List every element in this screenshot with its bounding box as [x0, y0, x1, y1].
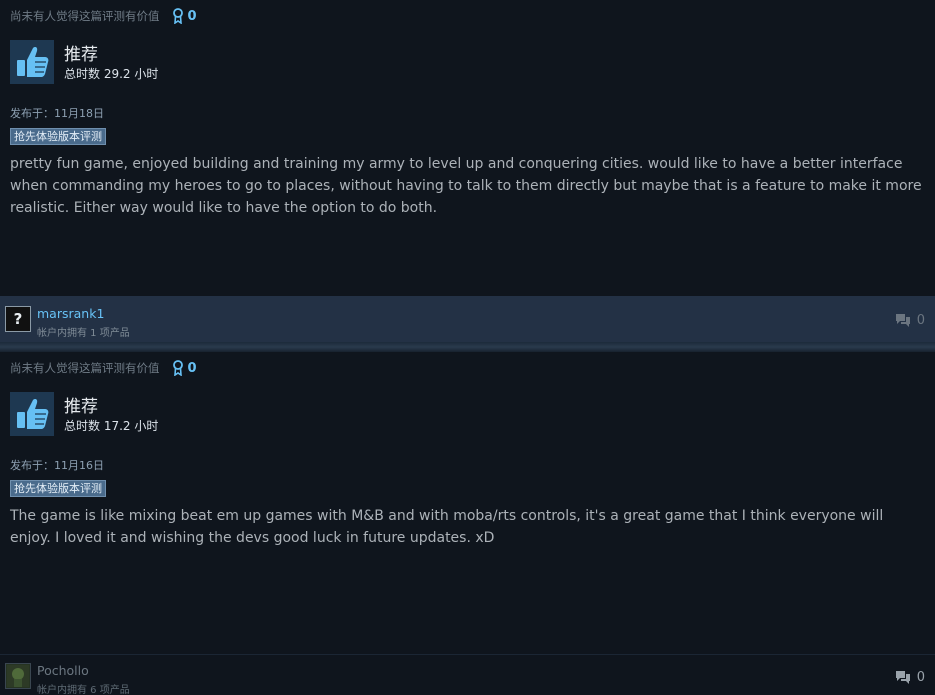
author-bar: Pochollo 帐户内拥有 6 项产品 0	[0, 654, 935, 695]
thumb-container	[10, 392, 54, 436]
review-divider	[0, 342, 935, 352]
helpful-text: 尚未有人觉得这篇评测有价值	[10, 361, 160, 375]
award-ribbon-icon	[172, 8, 183, 24]
helpful-row: 尚未有人觉得这篇评测有价值 0	[10, 359, 197, 377]
comments-button[interactable]: 0	[894, 669, 925, 685]
early-access-badge: 抢先体验版本评测	[10, 480, 106, 497]
review-card: 尚未有人觉得这篇评测有价值 0 推荐 总时数 17.2 小时 发布于：11月16…	[0, 352, 935, 654]
posted-date: 发布于：11月16日	[10, 459, 104, 472]
avatar[interactable]	[5, 663, 31, 689]
vote-text: 推荐 总时数 17.2 小时	[64, 392, 158, 434]
thumbs-up-icon	[17, 399, 49, 429]
author-name-link[interactable]: marsrank1	[37, 306, 104, 321]
author-products-owned: 帐户内拥有 6 项产品	[37, 685, 130, 695]
review-body: The game is like mixing beat em up games…	[10, 508, 884, 546]
review-card: 尚未有人觉得这篇评测有价值 0 推荐 总时数 29.2 小时 发布于：11月18…	[0, 0, 935, 296]
hours-on-record: 总时数 17.2 小时	[64, 419, 159, 433]
posted-date: 发布于：11月18日	[10, 107, 104, 120]
recommendation-title: 推荐	[64, 397, 98, 417]
reviews-page: 尚未有人觉得这篇评测有价值 0 推荐 总时数 29.2 小时 发布于：11月18…	[0, 0, 935, 695]
speech-bubble-icon	[895, 671, 910, 684]
review-body: pretty fun game, enjoyed building and tr…	[10, 156, 922, 216]
hours-on-record: 总时数 29.2 小时	[64, 67, 159, 81]
comment-count: 0	[916, 312, 925, 328]
vote-text: 推荐 总时数 29.2 小时	[64, 40, 158, 82]
helpful-text: 尚未有人觉得这篇评测有价值	[10, 9, 160, 23]
author-name-link[interactable]: Pochollo	[37, 663, 89, 678]
award-button[interactable]: 0	[172, 360, 197, 376]
recommendation-title: 推荐	[64, 45, 98, 65]
speech-bubble-icon	[895, 314, 910, 327]
award-ribbon-icon	[172, 360, 183, 376]
comments-button[interactable]: 0	[894, 312, 925, 328]
award-count: 0	[187, 360, 197, 376]
avatar[interactable]: ?	[5, 306, 31, 332]
early-access-badge: 抢先体验版本评测	[10, 128, 106, 145]
comment-count: 0	[916, 669, 925, 685]
thumbs-up-icon	[17, 47, 49, 77]
avatar-image	[7, 665, 29, 687]
award-count: 0	[187, 8, 197, 24]
vote-block[interactable]: 推荐 总时数 29.2 小时	[10, 40, 158, 84]
author-bar: ? marsrank1 帐户内拥有 1 项产品 0	[0, 296, 935, 344]
author-products-owned: 帐户内拥有 1 项产品	[37, 328, 130, 339]
helpful-row: 尚未有人觉得这篇评测有价值 0	[10, 7, 197, 25]
vote-block[interactable]: 推荐 总时数 17.2 小时	[10, 392, 158, 436]
thumb-container	[10, 40, 54, 84]
award-button[interactable]: 0	[172, 8, 197, 24]
